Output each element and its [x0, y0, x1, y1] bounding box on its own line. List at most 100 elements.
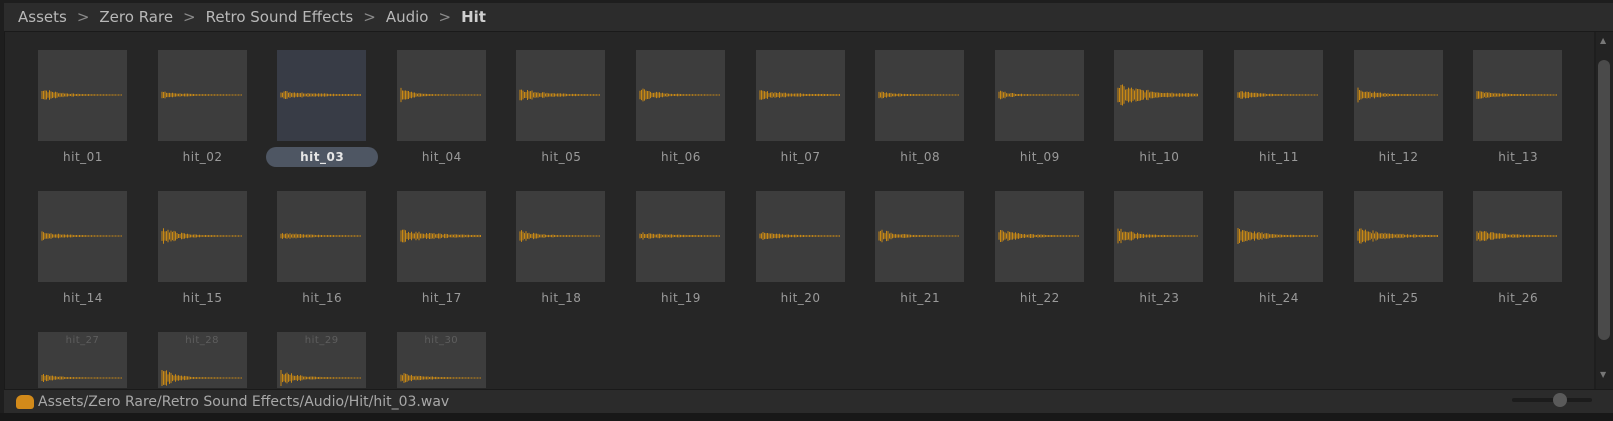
- asset-label: hit_30: [424, 335, 459, 346]
- breadcrumb-item[interactable]: Audio: [386, 8, 429, 26]
- waveform-thumbnail[interactable]: [875, 50, 965, 141]
- audio-asset-tile[interactable]: hit_09: [994, 50, 1084, 167]
- scroll-down-arrow-icon[interactable]: ▼: [1600, 370, 1606, 379]
- waveform-graphic: [400, 229, 481, 243]
- audio-asset-tile[interactable]: hit_15: [157, 191, 247, 308]
- audio-asset-tile[interactable]: hit_27: [38, 332, 127, 388]
- waveform-thumbnail[interactable]: [277, 191, 367, 282]
- audio-asset-tile[interactable]: hit_28: [157, 332, 247, 388]
- waveform-thumbnail[interactable]: [1114, 50, 1204, 141]
- breadcrumb-item[interactable]: Zero Rare: [99, 8, 173, 26]
- breadcrumb-separator: >: [183, 8, 196, 26]
- waveform-graphic: [161, 91, 242, 99]
- audio-asset-tile[interactable]: hit_01: [38, 50, 127, 167]
- breadcrumb-item[interactable]: Hit: [461, 8, 486, 26]
- waveform-thumbnail[interactable]: [994, 191, 1084, 282]
- audio-asset-tile[interactable]: hit_24: [1234, 191, 1323, 308]
- waveform-thumbnail[interactable]: [1234, 191, 1323, 282]
- waveform-thumbnail[interactable]: [636, 191, 725, 282]
- waveform-thumbnail[interactable]: hit_30: [396, 332, 486, 388]
- waveform-graphic: [759, 90, 840, 100]
- audio-asset-tile[interactable]: hit_19: [636, 191, 725, 308]
- audio-asset-tile[interactable]: hit_14: [38, 191, 127, 308]
- audio-asset-tile[interactable]: hit_05: [516, 50, 606, 167]
- waveform-thumbnail[interactable]: [277, 50, 367, 141]
- waveform-thumbnail[interactable]: [516, 50, 606, 141]
- waveform-graphic: [1237, 91, 1318, 99]
- audio-asset-tile[interactable]: hit_10: [1114, 50, 1204, 167]
- waveform-graphic: [161, 228, 242, 244]
- waveform-thumbnail[interactable]: [396, 191, 486, 282]
- audio-asset-tile[interactable]: hit_29: [277, 332, 367, 388]
- asset-label: hit_16: [302, 291, 343, 305]
- asset-label: hit_09: [1019, 150, 1060, 164]
- audio-asset-tile[interactable]: hit_18: [516, 191, 606, 308]
- waveform-thumbnail[interactable]: [1353, 191, 1443, 282]
- waveform-thumbnail[interactable]: [994, 50, 1084, 141]
- audio-asset-tile[interactable]: hit_25: [1353, 191, 1443, 308]
- asset-label: hit_02: [182, 150, 223, 164]
- asset-label: hit_22: [1019, 291, 1060, 305]
- breadcrumb-item[interactable]: Retro Sound Effects: [206, 8, 354, 26]
- breadcrumb-item[interactable]: Assets: [18, 8, 67, 26]
- waveform-graphic: [878, 91, 960, 99]
- waveform-thumbnail[interactable]: [1234, 50, 1323, 141]
- audio-asset-tile[interactable]: hit_21: [875, 191, 965, 308]
- waveform-thumbnail[interactable]: [157, 191, 247, 282]
- waveform-graphic: [280, 90, 362, 100]
- audio-asset-tile[interactable]: hit_04: [396, 50, 486, 167]
- audio-asset-tile[interactable]: hit_03: [266, 50, 379, 167]
- waveform-thumbnail[interactable]: [1353, 50, 1443, 141]
- audio-asset-tile[interactable]: hit_06: [636, 50, 725, 167]
- waveform-thumbnail[interactable]: hit_29: [277, 332, 367, 388]
- breadcrumb-separator: >: [76, 8, 90, 26]
- waveform-graphic: [1237, 227, 1318, 245]
- asset-label: hit_27: [65, 335, 100, 346]
- waveform-thumbnail[interactable]: [875, 191, 965, 282]
- waveform-thumbnail[interactable]: [1114, 191, 1204, 282]
- breadcrumb-separator: >: [438, 8, 452, 26]
- audio-file-icon: [16, 394, 34, 409]
- audio-asset-tile[interactable]: hit_08: [875, 50, 965, 167]
- audio-asset-tile[interactable]: hit_26: [1473, 191, 1563, 308]
- audio-asset-tile[interactable]: hit_16: [277, 191, 367, 308]
- audio-asset-tile[interactable]: hit_22: [994, 191, 1084, 308]
- waveform-thumbnail[interactable]: [516, 191, 606, 282]
- waveform-thumbnail[interactable]: [755, 191, 845, 282]
- waveform-graphic: [1476, 91, 1558, 99]
- waveform-thumbnail[interactable]: [636, 50, 725, 141]
- asset-label: hit_25: [1378, 291, 1419, 305]
- audio-asset-tile[interactable]: hit_17: [396, 191, 486, 308]
- audio-asset-tile[interactable]: hit_30: [396, 332, 486, 388]
- waveform-thumbnail[interactable]: [157, 50, 247, 141]
- asset-label: hit_21: [900, 291, 941, 305]
- audio-asset-tile[interactable]: hit_20: [755, 191, 845, 308]
- audio-asset-tile[interactable]: hit_02: [157, 50, 247, 167]
- waveform-thumbnail[interactable]: [38, 191, 127, 282]
- audio-asset-tile[interactable]: hit_07: [755, 50, 845, 167]
- thumbnail-size-slider[interactable]: [1512, 393, 1592, 407]
- audio-asset-tile[interactable]: hit_23: [1114, 191, 1204, 308]
- slider-knob[interactable]: [1553, 393, 1567, 407]
- asset-label: hit_04: [421, 150, 462, 164]
- asset-label: hit_20: [780, 291, 821, 305]
- scrollbar-thumb[interactable]: [1598, 60, 1610, 340]
- waveform-thumbnail[interactable]: hit_28: [157, 332, 247, 388]
- waveform-thumbnail[interactable]: [1473, 191, 1563, 282]
- audio-asset-tile[interactable]: hit_11: [1234, 50, 1323, 167]
- waveform-graphic: [1476, 230, 1558, 242]
- vertical-scrollbar[interactable]: ▲ ▼: [1596, 32, 1613, 389]
- asset-label: hit_19: [661, 291, 701, 305]
- waveform-graphic: [639, 232, 720, 240]
- waveform-thumbnail[interactable]: [396, 50, 486, 141]
- waveform-thumbnail[interactable]: [38, 50, 127, 141]
- waveform-graphic: [41, 231, 122, 241]
- waveform-graphic: [400, 87, 481, 103]
- audio-asset-tile[interactable]: hit_13: [1473, 50, 1563, 167]
- waveform-thumbnail[interactable]: [755, 50, 845, 141]
- scroll-up-arrow-icon[interactable]: ▲: [1600, 36, 1606, 45]
- asset-label: hit_06: [661, 150, 701, 164]
- waveform-thumbnail[interactable]: hit_27: [38, 332, 127, 388]
- waveform-thumbnail[interactable]: [1473, 50, 1563, 141]
- audio-asset-tile[interactable]: hit_12: [1353, 50, 1443, 167]
